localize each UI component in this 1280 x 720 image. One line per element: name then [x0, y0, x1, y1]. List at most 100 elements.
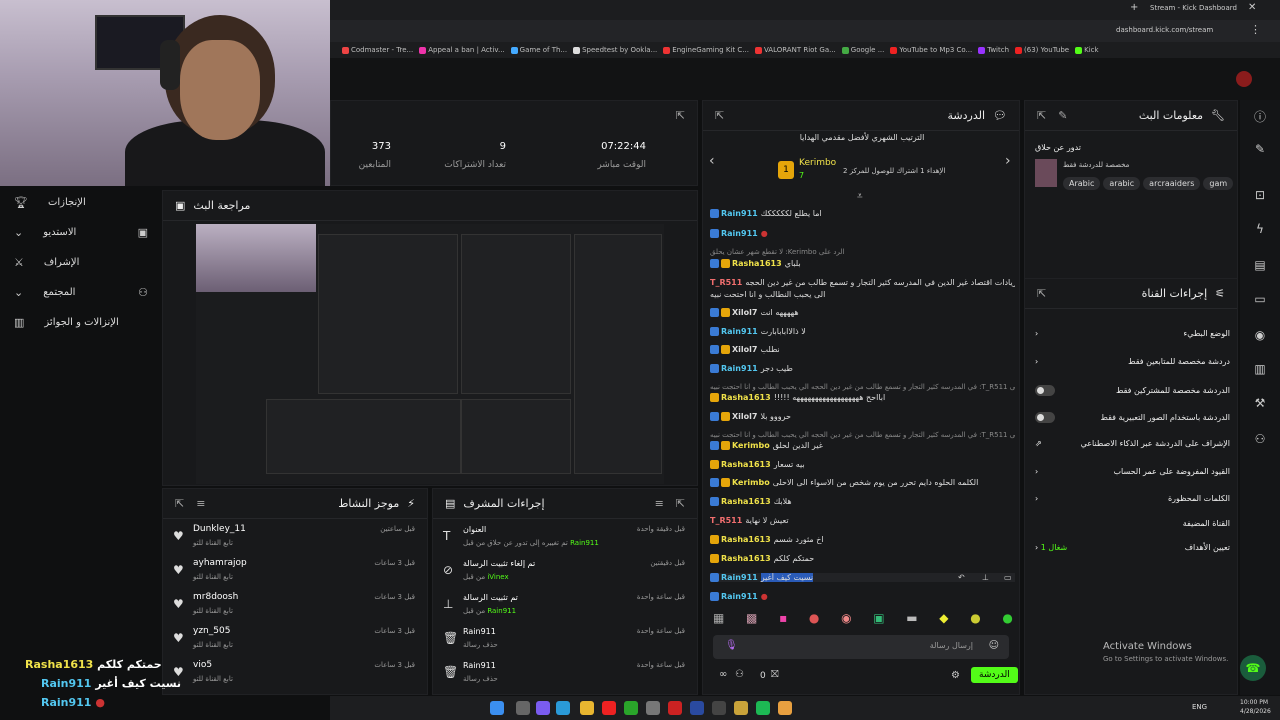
emote-icon[interactable]: ● [970, 611, 980, 627]
lightning-icon[interactable]: ϟ [1250, 222, 1270, 242]
emote-icon[interactable]: ◉ [841, 611, 851, 627]
popout-icon[interactable]: ⇱ [175, 497, 184, 510]
search-icon[interactable] [516, 701, 530, 715]
microphone-icon[interactable]: 🎙︎ [725, 640, 738, 651]
bookmark[interactable]: VALORANT Riot Ga... [754, 46, 836, 54]
pin-icon[interactable]: ⊥ [982, 573, 989, 582]
activity-username[interactable]: yzn_505 [193, 626, 230, 636]
chat-message[interactable]: Rain911 طيب دجر [710, 364, 1015, 373]
app-icon[interactable] [712, 701, 726, 715]
chrome-icon[interactable] [778, 701, 792, 715]
banned-words-row[interactable]: › الكلمات المحظورة [1035, 494, 1230, 503]
infinity-icon[interactable]: ∞ [719, 669, 727, 680]
bookmark[interactable]: Twitch [978, 46, 1009, 54]
language-indicator[interactable]: ENG [1192, 703, 1207, 711]
chat-message[interactable]: Xilol7 حرووو بلا [710, 412, 1015, 421]
mod-user[interactable]: Rain911 [570, 539, 599, 547]
activity-username[interactable]: mr8doosh [193, 592, 238, 602]
pencil-icon[interactable]: ✎ [1058, 109, 1067, 122]
chat-message[interactable]: Rain911 ● [710, 229, 1015, 238]
bookmark[interactable]: Speedtest by Ookla... [573, 46, 657, 54]
chat-message[interactable]: Rasha1613 بيه تسعار [710, 460, 1015, 469]
bookmark[interactable]: Game of Th... [510, 46, 567, 54]
set-goals-row[interactable]: › 1 شغال تعيين الأهداف [1035, 543, 1230, 552]
steam-icon[interactable] [690, 701, 704, 715]
chat-message[interactable]: Xilol7 نطلب [710, 345, 1015, 354]
popout-icon[interactable]: ⇱ [1037, 109, 1046, 122]
discord-icon[interactable] [536, 701, 550, 715]
chevron-right-icon[interactable]: › [1005, 153, 1011, 169]
chat-message[interactable]: Rain911 لا ذالاابابابارت [710, 327, 1015, 336]
reply-icon[interactable]: ↶ [958, 573, 965, 582]
chat-message[interactable]: Kerimbo الكلمه الحلوه دايم تحرر من يوم شخ… [710, 478, 1015, 487]
stream-preview-video[interactable] [196, 224, 664, 484]
subscribers-only-row[interactable]: الدردشة مخصصة للمشتركين فقط [1035, 385, 1230, 396]
chat-message[interactable]: Kerimbo غير الدين لحلق [710, 441, 1015, 450]
activity-username[interactable]: Dunkley_11 [193, 524, 246, 534]
emote-icon[interactable]: ◆ [939, 611, 948, 627]
popout-icon[interactable]: ⇱ [676, 497, 685, 510]
users-icon[interactable]: ⚇ [735, 669, 744, 680]
support-icon[interactable]: ☎︎ [1240, 655, 1266, 681]
new-tab-icon[interactable]: + [1130, 2, 1138, 13]
wrench-icon[interactable]: ⚒ [1250, 396, 1270, 416]
bookmark[interactable]: (63) YouTube [1015, 46, 1069, 54]
sidebar-item-studio[interactable]: ⌄ الاستديو ▣ [0, 218, 162, 246]
clock[interactable]: 10:00 PM [1240, 699, 1268, 706]
edge-icon[interactable] [556, 701, 570, 715]
bookmark[interactable]: Google ... [841, 46, 884, 54]
bookmark[interactable]: Appeal a ban | Activ... [419, 46, 505, 54]
sidebar-item-moderation[interactable]: ⚔︎ الإشراف [0, 248, 162, 276]
info-icon[interactable]: ⓘ [1250, 108, 1270, 128]
spotify-icon[interactable] [756, 701, 770, 715]
mod-user[interactable]: iVinex [487, 573, 508, 581]
bookmark[interactable]: YouTube to Mp3 Co... [890, 46, 972, 54]
bookmark[interactable]: Codmaster - Tre... [342, 46, 413, 54]
slow-mode-row[interactable]: › الوضع البطيء [1035, 329, 1230, 338]
chat-message[interactable]: Rain911 اما يطلع لكككككك [710, 209, 1015, 218]
popout-icon[interactable]: ⇱ [1037, 287, 1046, 300]
pencil-icon[interactable]: ✎ [1250, 142, 1270, 162]
emoji-icon[interactable]: ☺ [989, 640, 999, 651]
chat-message[interactable]: Rasha1613!!!!! ابااحح هههههههههههههههههه… [710, 393, 1015, 402]
chat-message[interactable]: Rain911 ● [710, 592, 1015, 601]
app-icon[interactable] [734, 701, 748, 715]
chat-message[interactable]: Rasha1613 حمتكم كلكم [710, 554, 1015, 563]
chat-message[interactable]: Rasha1613 هلابك [710, 497, 1015, 506]
menu-icon[interactable]: ⋮ [1250, 23, 1261, 36]
sidebar-item-community[interactable]: ⌄ المجتمع ⚇ [0, 278, 162, 306]
account-age-row[interactable]: › القيود المفروضة على عمر الحساب [1035, 467, 1230, 476]
emote-icon[interactable]: ▩ [746, 611, 757, 627]
document-icon[interactable]: ▤ [1250, 258, 1270, 278]
bookmark[interactable]: EngineGaming Kit C... [663, 46, 749, 54]
ai-moderation-row[interactable]: ⇗ الإشراف على الدردشة عبر الذكاء الاصطناع… [1035, 439, 1230, 448]
chat-message[interactable]: T_R511 نسبت زيادات اقتصاد غير الدين في ال… [710, 278, 1015, 287]
emote-icon[interactable]: ▪ [779, 611, 787, 627]
url-field[interactable]: dashboard.kick.com/stream [1116, 26, 1213, 34]
emote-only-row[interactable]: الدردشة باستخدام الصور التعبيرية فقط [1035, 412, 1230, 423]
sidebar-item-achievements[interactable]: 🏆︎ الإنجازات [0, 188, 162, 216]
trash-icon[interactable]: ▭ [1004, 573, 1012, 582]
mod-user[interactable]: Rain911 [487, 607, 516, 615]
emote-icon[interactable]: ● [809, 611, 819, 627]
close-icon[interactable]: ✕ [1248, 2, 1256, 13]
chat-message[interactable]: Rain911 نسيت كيف أغير ↶ ⊥ ▭ [710, 573, 1015, 582]
folder-icon[interactable] [580, 701, 594, 715]
popout-icon[interactable]: ⇱ [676, 109, 685, 122]
chevron-left-icon[interactable]: ‹ [709, 153, 715, 169]
obs-icon[interactable] [646, 701, 660, 715]
top-gifter-name[interactable]: Kerimbo [799, 158, 836, 168]
emote-icon[interactable]: ▣ [873, 611, 884, 627]
xbox-icon[interactable] [624, 701, 638, 715]
broadcast-icon[interactable]: ◉ [1250, 328, 1270, 348]
target-icon[interactable]: ⊡ [1250, 188, 1270, 208]
app-icon[interactable] [668, 701, 682, 715]
avatar[interactable] [1236, 71, 1252, 87]
emote-icon[interactable]: ▦ [713, 611, 724, 627]
emote-icon[interactable]: ▬ [906, 611, 917, 627]
filter-icon[interactable]: ≡ [196, 497, 205, 510]
send-chat-button[interactable]: الدردشة [971, 667, 1018, 683]
followers-only-row[interactable]: › دردشة مخصصة للمتابعين فقط [1035, 357, 1230, 366]
expand-icon[interactable]: ⩡ [857, 191, 863, 202]
users-icon[interactable]: ⚇ [1250, 432, 1270, 452]
